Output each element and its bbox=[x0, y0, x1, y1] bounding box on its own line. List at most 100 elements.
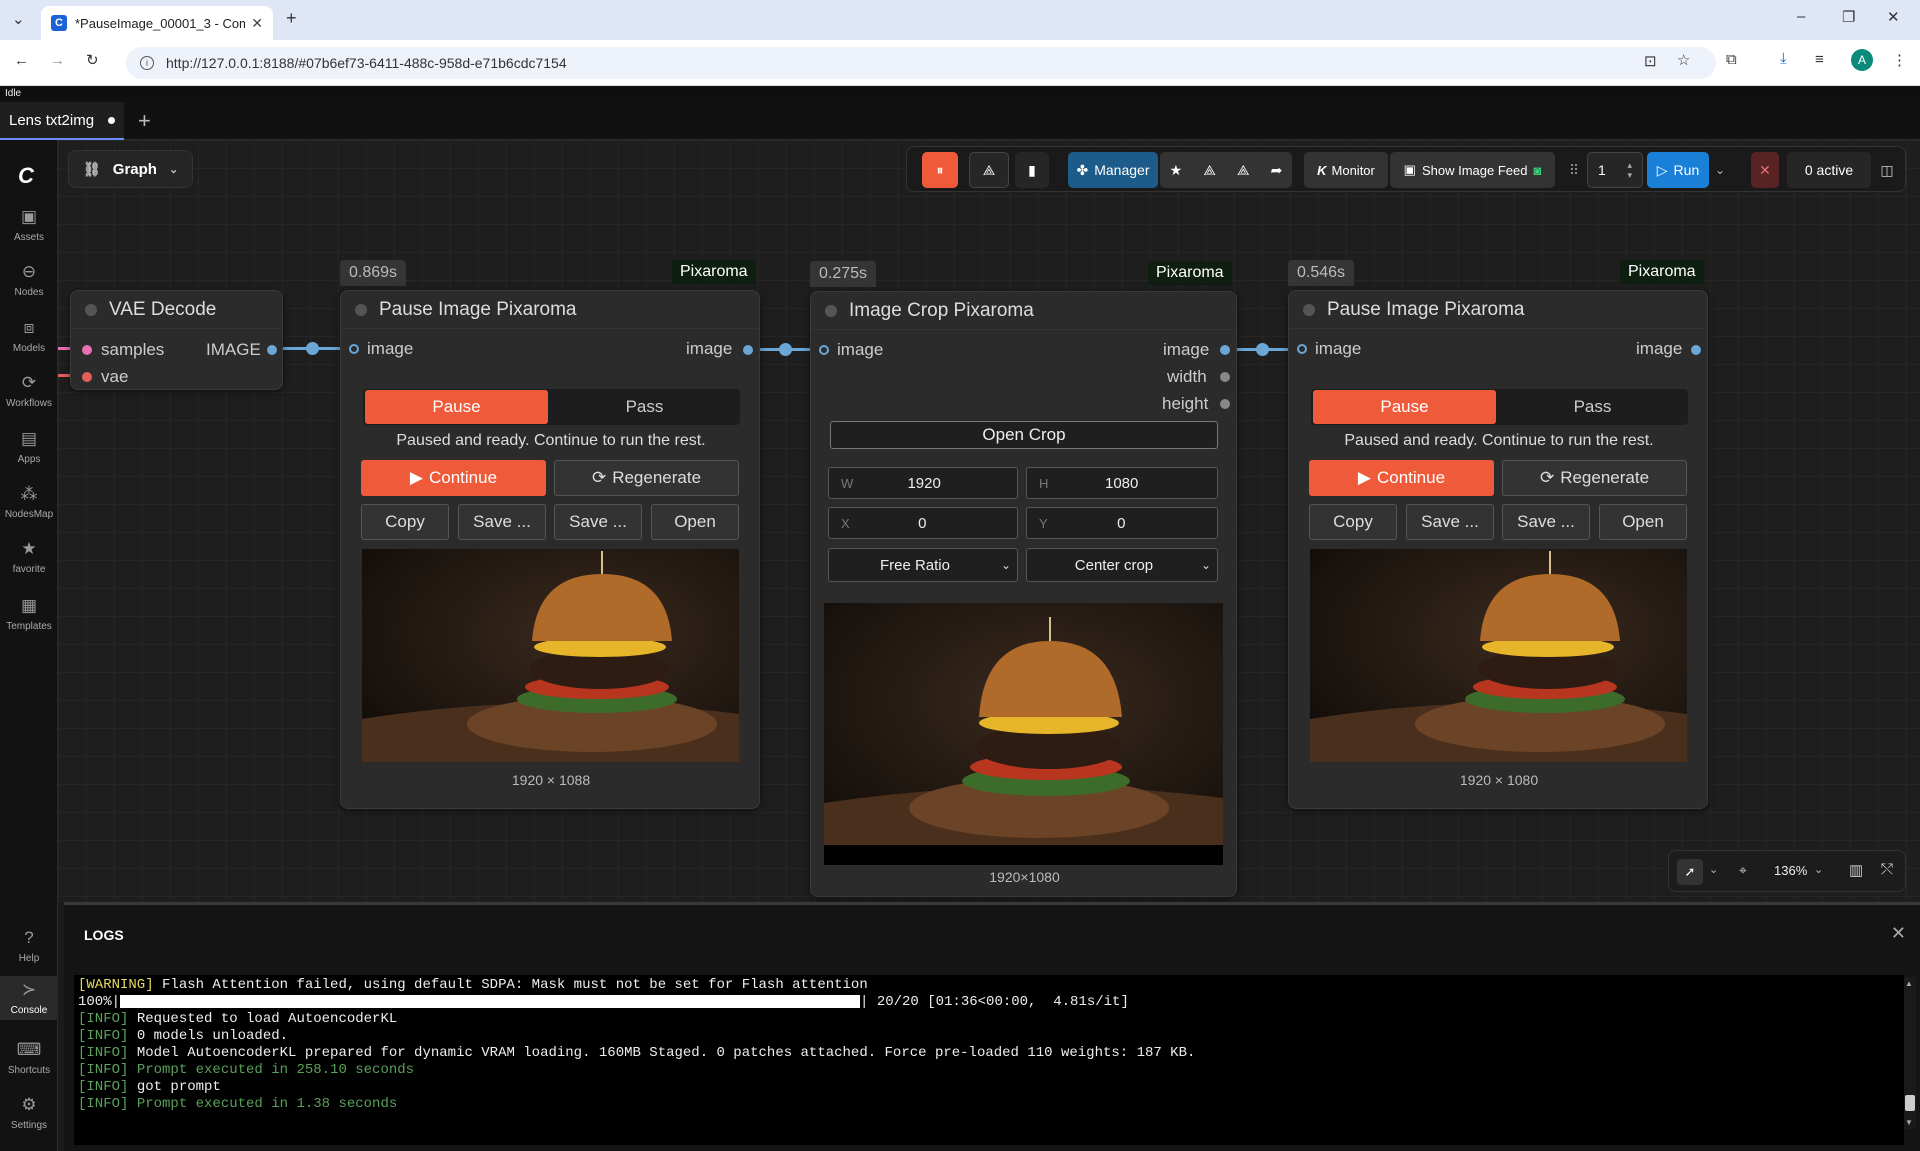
fit-view-icon[interactable]: ⌖ bbox=[1739, 862, 1747, 879]
pause-image-node-1[interactable]: Pause Image Pixaroma image image Pause P… bbox=[340, 290, 760, 809]
bookmark-star-icon[interactable]: ☆ bbox=[1677, 51, 1690, 69]
install-app-icon[interactable]: ⊡ bbox=[1644, 52, 1657, 70]
sidebar-item-templates[interactable]: ▦ Templates bbox=[0, 596, 58, 632]
image-output-pin[interactable] bbox=[1220, 345, 1230, 355]
image-output-pin[interactable] bbox=[743, 345, 753, 355]
save-as-button[interactable]: Save ... bbox=[554, 504, 642, 540]
restore-icon[interactable]: ❐ bbox=[1842, 8, 1855, 26]
minimap-icon[interactable]: ▥ bbox=[1849, 861, 1863, 879]
pixaroma-toggle-icon[interactable]: ⏸ bbox=[922, 152, 958, 188]
collapse-dot-icon[interactable] bbox=[1303, 303, 1315, 316]
wire-reroute-dot[interactable] bbox=[779, 343, 792, 356]
url-field[interactable]: i http://127.0.0.1:8188/#07b6ef73-6411-4… bbox=[126, 47, 1716, 79]
continue-button[interactable]: ▶ Continue bbox=[1309, 460, 1494, 496]
select-pointer-icon[interactable]: ➚ bbox=[1677, 859, 1703, 885]
cancel-icon[interactable]: ✕ bbox=[1751, 152, 1779, 188]
open-button[interactable]: Open bbox=[651, 504, 739, 540]
pause-button[interactable]: Pause bbox=[1313, 390, 1496, 424]
x-field[interactable]: X0 bbox=[828, 507, 1018, 539]
save-button[interactable]: Save ... bbox=[1406, 504, 1494, 540]
image-input-pin[interactable] bbox=[819, 345, 829, 355]
hide-links-icon[interactable]: ⤲ bbox=[1881, 861, 1893, 878]
ratio-select[interactable]: Free Ratio ⌄ bbox=[828, 548, 1018, 582]
node-title[interactable]: Image Crop Pixaroma bbox=[811, 292, 1236, 330]
sidebar-item-nodes[interactable]: ⊖ Nodes bbox=[0, 262, 58, 298]
crop-preview-image[interactable] bbox=[824, 603, 1223, 865]
sidebar-item-favorite[interactable]: ★ favorite bbox=[0, 539, 58, 575]
vae-decode-node[interactable]: VAE Decode samples vae IMAGE bbox=[70, 290, 283, 390]
share-icon[interactable]: ➦ bbox=[1271, 162, 1283, 179]
sidebar-item-workflows[interactable]: ⟳ Workflows bbox=[0, 373, 58, 409]
node-title[interactable]: VAE Decode bbox=[71, 291, 282, 329]
new-tab-icon[interactable]: + bbox=[286, 8, 297, 29]
image-feed-button[interactable]: ▣ Show Image Feed ◙ bbox=[1390, 152, 1555, 188]
run-button[interactable]: ▷ Run bbox=[1647, 152, 1709, 188]
open-crop-button[interactable]: Open Crop bbox=[830, 421, 1218, 449]
active-queue-button[interactable]: 0 active bbox=[1787, 152, 1871, 188]
forward-icon[interactable]: → bbox=[50, 52, 65, 69]
browser-menu-icon[interactable]: ⋮ bbox=[1892, 51, 1907, 69]
panel-toggle-icon[interactable]: ◫ bbox=[1875, 152, 1899, 188]
stepper-arrows-icon[interactable]: ▴ ▾ bbox=[1627, 160, 1632, 180]
open-button[interactable]: Open bbox=[1599, 504, 1687, 540]
image-input-pin[interactable] bbox=[349, 344, 359, 354]
wire-reroute-dot[interactable] bbox=[306, 342, 319, 355]
close-icon[interactable]: ✕ bbox=[1891, 923, 1906, 944]
queue-count-stepper[interactable]: 1 ▴ ▾ bbox=[1587, 152, 1643, 188]
preview-image[interactable] bbox=[362, 549, 739, 762]
run-options-chevron-icon[interactable]: ⌄ bbox=[1711, 152, 1729, 188]
sidebar-item-models[interactable]: ⧈ Models bbox=[0, 318, 58, 354]
comfy-logo-icon[interactable]: C bbox=[18, 163, 34, 189]
height-output-pin[interactable] bbox=[1220, 399, 1230, 409]
workflow-tab[interactable]: Lens txt2img bbox=[0, 102, 125, 140]
site-info-icon[interactable]: i bbox=[140, 56, 154, 70]
collapse-dot-icon[interactable] bbox=[355, 303, 367, 316]
preview-image[interactable] bbox=[1310, 549, 1687, 762]
close-tab-icon[interactable]: ✕ bbox=[251, 15, 263, 32]
graph-menu-button[interactable]: ⛓ Graph ⌄ bbox=[68, 150, 194, 188]
save-as-button[interactable]: Save ... bbox=[1502, 504, 1590, 540]
scroll-down-icon[interactable]: ▼ bbox=[1905, 1118, 1913, 1127]
pass-button[interactable]: Pass bbox=[551, 390, 738, 424]
regenerate-button[interactable]: ⟳ Regenerate bbox=[1502, 460, 1687, 496]
samples-input-pin[interactable] bbox=[82, 345, 92, 355]
manager-button[interactable]: ✤ Manager bbox=[1068, 152, 1158, 188]
sidebar-item-help[interactable]: ? Help bbox=[0, 924, 58, 968]
image-input-pin[interactable] bbox=[1297, 344, 1307, 354]
node-title[interactable]: Pause Image Pixaroma bbox=[341, 291, 759, 329]
triangle-alt-icon[interactable]: ⟁ bbox=[1237, 162, 1250, 179]
log-scrollbar[interactable]: ▲ ▼ bbox=[1904, 977, 1916, 1129]
profile-avatar[interactable]: A bbox=[1851, 49, 1873, 71]
height-field[interactable]: H 1080 bbox=[1026, 467, 1218, 499]
y-field[interactable]: Y0 bbox=[1026, 507, 1218, 539]
media-icon[interactable]: ≡ bbox=[1815, 51, 1824, 68]
minimize-icon[interactable]: – bbox=[1797, 8, 1805, 25]
sidebar-item-apps[interactable]: ▤ Apps bbox=[0, 429, 58, 465]
copy-button[interactable]: Copy bbox=[1309, 504, 1397, 540]
collapse-dot-icon[interactable] bbox=[825, 304, 837, 317]
sidebar-item-nodesmap[interactable]: ⁂ NodesMap bbox=[0, 484, 58, 520]
tab-search-icon[interactable]: ⌄ bbox=[12, 10, 25, 28]
scroll-up-icon[interactable]: ▲ bbox=[1905, 979, 1913, 988]
save-button[interactable]: Save ... bbox=[458, 504, 546, 540]
sidebar-item-settings[interactable]: ⚙ Settings bbox=[0, 1091, 58, 1135]
monitor-button[interactable]: K Monitor bbox=[1304, 152, 1388, 188]
pixaroma-logo-icon[interactable]: ⟁ bbox=[969, 152, 1009, 188]
image-output-pin[interactable] bbox=[1691, 345, 1701, 355]
chevron-down-icon[interactable]: ⌄ bbox=[1709, 863, 1718, 876]
node-title[interactable]: Pause Image Pixaroma bbox=[1289, 291, 1707, 329]
sidebar-item-assets[interactable]: ▣ Assets bbox=[0, 207, 58, 243]
add-workflow-icon[interactable]: + bbox=[138, 108, 151, 134]
copy-button[interactable]: Copy bbox=[361, 504, 449, 540]
sidebar-item-shortcuts[interactable]: ⌨ Shortcuts bbox=[0, 1036, 58, 1080]
pause-image-node-2[interactable]: Pause Image Pixaroma image image Pause P… bbox=[1288, 290, 1708, 809]
pause-button[interactable]: Pause bbox=[365, 390, 548, 424]
bookmark-icon[interactable]: ▮ bbox=[1015, 152, 1049, 188]
drag-handle-icon[interactable]: ⠿ bbox=[1567, 152, 1581, 188]
sidebar-item-console[interactable]: ≻ Console bbox=[0, 976, 58, 1020]
triangle-icon[interactable]: ⟁ bbox=[1203, 162, 1216, 179]
log-output[interactable]: [WARNING] Flash Attention failed, using … bbox=[74, 975, 1904, 1145]
pass-button[interactable]: Pass bbox=[1499, 390, 1686, 424]
close-window-icon[interactable]: ✕ bbox=[1887, 8, 1900, 26]
zoom-level[interactable]: 136% bbox=[1774, 863, 1807, 878]
